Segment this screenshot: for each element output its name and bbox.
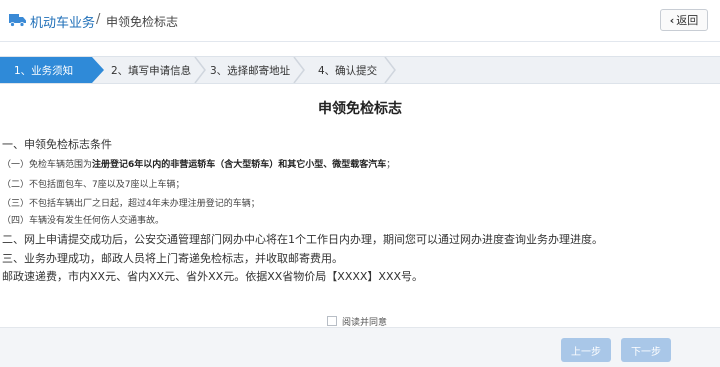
- breadcrumb-separator: /: [96, 12, 101, 27]
- step-separator-chevron-icon: [293, 57, 305, 83]
- step-progress-bar: 1、业务须知 2、填写申请信息 3、选择邮寄地址 4、确认提交: [0, 56, 720, 84]
- footer-bar: [0, 327, 720, 367]
- section-3-text: 三、业务办理成功，邮政人员将上门寄递免检标志，并收取邮寄费用。: [2, 252, 343, 265]
- chevron-left-icon: ‹: [669, 13, 675, 27]
- truck-icon: [9, 14, 26, 27]
- step-4-label: 4、确认提交: [318, 64, 378, 77]
- next-step-button[interactable]: 下一步: [621, 338, 671, 362]
- back-button[interactable]: ‹ 返回: [660, 9, 708, 31]
- back-button-label: 返回: [676, 14, 699, 27]
- agree-checkbox[interactable]: [327, 316, 337, 326]
- agree-label: 阅读并同意: [342, 317, 388, 328]
- breadcrumb-module[interactable]: 机动车业务: [30, 12, 95, 31]
- agree-checkbox-row[interactable]: 阅读并同意: [327, 314, 387, 328]
- top-header: 机动车业务 / 申领免检标志 ‹ 返回: [0, 0, 720, 42]
- condition-3: （三）不包括车辆出厂之日起，超过4年未办理注册登记的车辆；: [2, 199, 260, 209]
- step-separator-chevron-icon: [194, 57, 206, 83]
- step-4: 4、确认提交: [318, 57, 377, 83]
- condition-1: （一）免检车辆范围为注册登记6年以内的非营运轿车（含大型轿车）和其它小型、微型载…: [2, 157, 395, 170]
- document-title: 申领免检标志: [318, 101, 402, 117]
- condition-1-suffix: ；: [386, 160, 396, 170]
- step-1-label: 1、业务须知: [14, 64, 74, 77]
- step-2: 2、填写申请信息: [111, 57, 191, 83]
- step-3: 3、选择邮寄地址: [210, 57, 290, 83]
- page-title: 申领免检标志: [106, 15, 179, 29]
- step-2-label: 2、填写申请信息: [111, 64, 192, 77]
- section-2-text: 二、网上申请提交成功后，公安交通管理部门网办中心将在1个工作日内办理，期间您可以…: [2, 233, 603, 246]
- condition-2: （二）不包括面包车、7座以及7座以上车辆；: [2, 180, 185, 190]
- postal-fee-text: 邮政速递费，市内XX元、省内XX元、省外XX元。依据XX省物价局【XXXX】XX…: [2, 270, 424, 283]
- condition-1-prefix: （一）免检车辆范围为: [2, 160, 93, 170]
- step-3-label: 3、选择邮寄地址: [210, 64, 291, 77]
- condition-4: （四）车辆没有发生任何伤人交通事故。: [2, 216, 165, 226]
- condition-1-highlight: 注册登记6年以内的非营运轿车（含大型轿车）和其它小型、微型载客汽车: [92, 160, 387, 170]
- prev-step-button[interactable]: 上一步: [561, 338, 611, 362]
- section-1-heading: 一、申领免检标志条件: [2, 138, 112, 151]
- step-separator-chevron-icon: [384, 57, 396, 83]
- step-1: 1、业务须知: [0, 57, 104, 83]
